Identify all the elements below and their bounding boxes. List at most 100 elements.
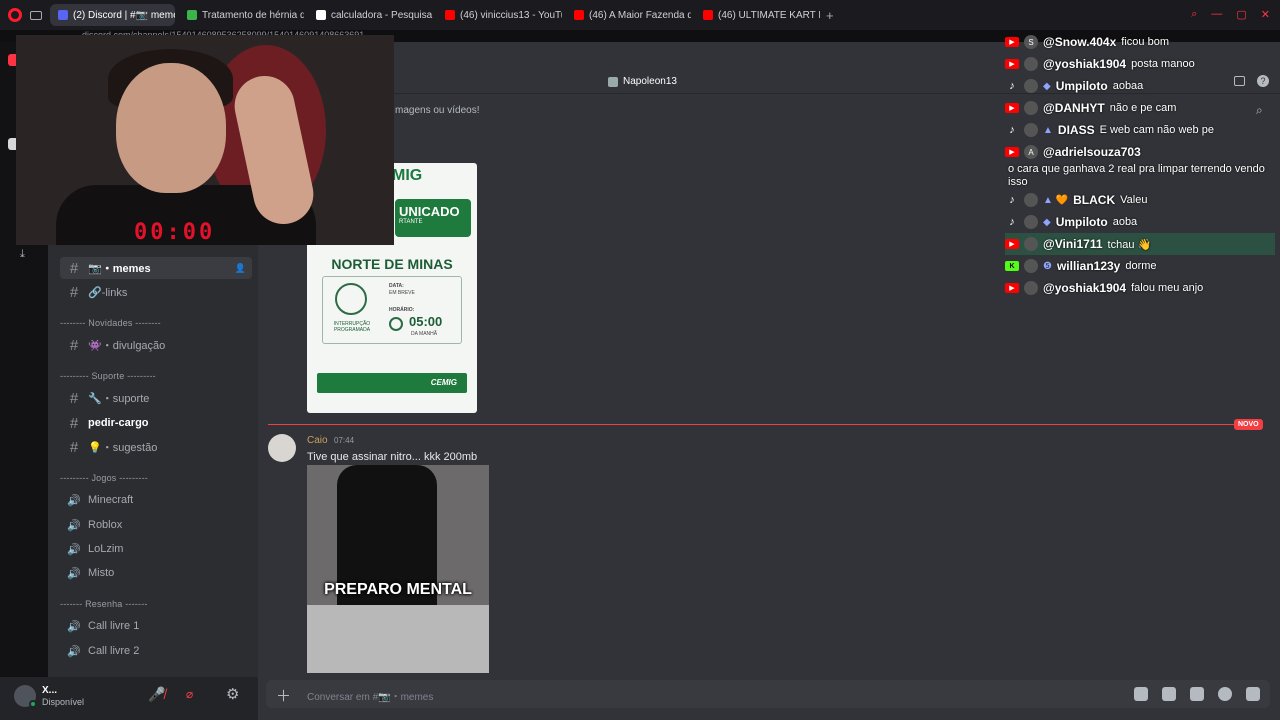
channel-label: Misto <box>88 567 115 579</box>
chat-username: willian123y <box>1056 259 1121 273</box>
channel-label: Call livre 1 <box>88 620 140 632</box>
poster-time-sub: DA MANHÃ <box>411 331 438 337</box>
poster-footer-brand: CEMIG <box>430 378 457 387</box>
chat-row: ▶ @Vini1711 tchau 👋 <box>1005 233 1275 255</box>
hash-icon: # <box>69 336 79 354</box>
mute-mic-icon[interactable]: 🎤̸ <box>148 686 165 703</box>
browser-tab[interactable]: (46) viniccius13 - YouTube <box>437 4 562 26</box>
tab-label: calculadora - Pesquisa Go <box>331 9 433 21</box>
new-tab-button[interactable]: + <box>826 8 834 23</box>
poster-brand: MIG <box>392 167 423 184</box>
channel-item[interactable]: 🔊 Roblox <box>60 514 252 536</box>
chat-avatar <box>1024 57 1038 71</box>
chat-message: tchau 👋 <box>1107 238 1152 251</box>
browser-tab[interactable]: (46) A Maior Fazenda de T <box>566 4 691 26</box>
settings-gear-icon[interactable]: ⚙ <box>226 685 239 703</box>
apps-icon[interactable] <box>1246 687 1260 701</box>
speaker-icon: 🔊 <box>67 567 81 580</box>
channel-item[interactable]: # 👾・divulgação <box>60 334 252 356</box>
hash-icon: # <box>69 283 79 301</box>
voice-user[interactable]: Napoleon13 <box>608 76 677 87</box>
tab-label: (46) A Maior Fazenda de T <box>589 9 691 21</box>
channel-category[interactable]: -------- Novidades -------- <box>60 318 161 328</box>
channel-item[interactable]: # 📷・memes 👤 <box>60 257 252 279</box>
youtube-icon: ▶ <box>1005 239 1019 249</box>
live-chat-overlay: ▶ S @Snow.404x ficou bom ▶ @yoshiak1904 posta … <box>1005 31 1275 299</box>
stream-timer: 00:00 <box>134 220 216 245</box>
browser-tab[interactable]: calculadora - Pesquisa Go <box>308 4 433 26</box>
speaker-icon: 🔊 <box>67 645 81 658</box>
gift-icon[interactable] <box>1134 687 1148 701</box>
chat-avatar <box>1024 259 1038 273</box>
chat-message: ficou bom <box>1121 36 1169 48</box>
channel-item[interactable]: # 🔧・suporte <box>60 387 252 409</box>
poster-footer: CEMIG <box>317 373 467 393</box>
hash-icon: # <box>69 438 79 456</box>
channel-item[interactable]: # 💡・sugestão <box>60 436 252 458</box>
download-icon[interactable]: ⤓ <box>20 248 25 261</box>
youtube-icon: ▶ <box>1005 59 1019 69</box>
gif-icon[interactable] <box>1162 687 1176 701</box>
poster-time-label: HORÁRIO: <box>389 307 415 313</box>
channel-item[interactable]: # 🔗-links <box>60 281 252 303</box>
search-icon[interactable]: ⌕ <box>1191 8 1197 21</box>
video-caption: PREPARO MENTAL <box>324 581 472 598</box>
chat-row: K ❺ willian123y dorme <box>1005 255 1275 277</box>
clock-icon <box>389 317 403 331</box>
browser-tab[interactable]: (2) Discord | #📷 memes <box>50 4 175 26</box>
browser-tab[interactable]: Tratamento de hérnia de d <box>179 4 304 26</box>
emoji-icon[interactable] <box>1218 687 1232 701</box>
maximize-button[interactable]: ▢ <box>1236 8 1246 21</box>
chat-message: dorme <box>1125 260 1157 272</box>
speaker-icon: 🔊 <box>67 494 81 507</box>
message-composer[interactable]: ＋ Conversar em #📷・memes <box>266 680 1270 708</box>
webcam-overlay: 00:00 <box>16 35 394 245</box>
chat-row: ♪ ◆ Umpiloto aoba <box>1005 211 1275 233</box>
channel-item[interactable]: 🔊 Misto <box>60 562 252 584</box>
close-button[interactable]: ✕ <box>1261 8 1270 21</box>
hash-icon: # <box>69 259 79 277</box>
deafen-icon[interactable]: ⌀ <box>186 687 193 701</box>
chat-username: @Snow.404x <box>1043 35 1117 49</box>
channel-item[interactable]: 🔊 LoLzim <box>60 538 252 560</box>
workspace-icon[interactable] <box>30 10 42 20</box>
channel-item[interactable]: # pedir-cargo <box>60 412 252 434</box>
invite-icon[interactable]: 👤 <box>235 263 246 274</box>
chat-avatar <box>1024 215 1038 229</box>
channel-category[interactable]: --------- Suporte --------- <box>60 371 156 381</box>
channel-item[interactable]: 🔊 Minecraft <box>60 489 252 511</box>
channel-item[interactable]: 🔊 Call livre 1 <box>60 615 252 637</box>
attach-plus-icon[interactable]: ＋ <box>276 685 291 706</box>
channel-category[interactable]: --------- Jogos --------- <box>60 473 148 483</box>
chat-avatar: A <box>1024 145 1038 159</box>
message-author[interactable]: Caio <box>307 435 328 446</box>
chat-message: E web cam não web pe <box>1099 124 1214 136</box>
channel-label: pedir-cargo <box>88 417 149 429</box>
avatar[interactable] <box>268 434 296 462</box>
chat-avatar <box>1024 123 1038 137</box>
poster-info-box: INTERRUPÇÃO PROGRAMADA DATA: EM BREVE HO… <box>322 276 462 344</box>
tab-favicon-icon <box>187 10 197 20</box>
new-badge: NOVO <box>1234 419 1263 430</box>
tab-favicon-icon <box>58 10 68 20</box>
kick-icon: K <box>1005 261 1019 271</box>
chat-username: @yoshiak1904 <box>1043 281 1127 295</box>
browser-tab[interactable]: (46) ULTIMATE KART RACE <box>695 4 820 26</box>
channel-label: 🔧・suporte <box>88 393 150 405</box>
video-attachment[interactable]: PREPARO MENTAL <box>307 465 489 673</box>
composer-placeholder: Conversar em #📷・memes <box>307 692 434 703</box>
sticker-icon[interactable] <box>1190 687 1204 701</box>
chat-message: não e pe cam <box>1109 102 1177 114</box>
user-icon <box>608 76 618 87</box>
channel-item[interactable]: 🔊 Call livre 2 <box>60 640 252 662</box>
chat-username: DIASS <box>1057 123 1095 137</box>
opera-logo-icon[interactable] <box>8 8 22 22</box>
tiktok-icon: ♪ <box>1009 194 1015 206</box>
online-status-icon <box>29 700 37 708</box>
message-text: Tive que assinar nitro... kkk 200mb <box>307 451 478 463</box>
composer-tools <box>1134 687 1260 701</box>
minimize-button[interactable]: — <box>1211 8 1222 21</box>
poster-sub: RTANTE <box>399 219 423 225</box>
channel-category[interactable]: ------- Resenha ------- <box>60 599 148 609</box>
chat-badge-icon: ◆ <box>1043 216 1051 228</box>
